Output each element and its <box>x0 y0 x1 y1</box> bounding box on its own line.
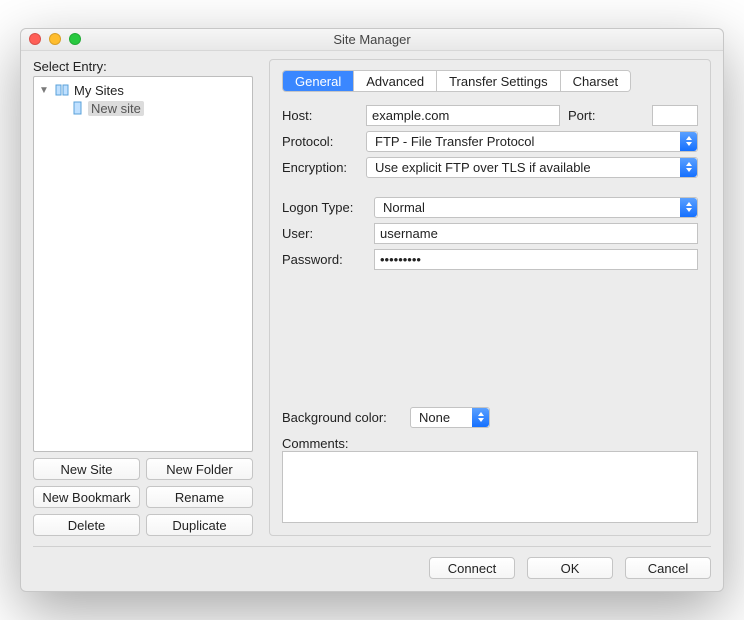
tab-general[interactable]: General <box>283 71 354 91</box>
settings-group: General Advanced Transfer Settings Chars… <box>269 59 711 536</box>
tree-root-label: My Sites <box>74 83 124 98</box>
server-icon <box>72 101 84 115</box>
background-color-label: Background color: <box>282 410 402 425</box>
user-label: User: <box>282 226 366 241</box>
protocol-select[interactable]: FTP - File Transfer Protocol <box>366 131 698 152</box>
disclosure-triangle-icon[interactable]: ▼ <box>38 85 50 96</box>
window-title: Site Manager <box>333 32 410 47</box>
chevron-updown-icon <box>472 408 489 427</box>
titlebar: Site Manager <box>21 29 723 51</box>
tab-charset[interactable]: Charset <box>561 71 631 91</box>
background-color-value: None <box>419 410 450 425</box>
duplicate-button[interactable]: Duplicate <box>146 514 253 536</box>
password-input[interactable] <box>374 249 698 270</box>
spacer <box>282 180 698 194</box>
encryption-label: Encryption: <box>282 160 358 175</box>
split-pane: Select Entry: ▼ My Sites New site <box>33 59 711 536</box>
chevron-updown-icon <box>680 158 697 177</box>
tree-item-row[interactable]: New site <box>34 99 252 117</box>
encryption-row: Encryption: Use explicit FTP over TLS if… <box>282 154 698 180</box>
logon-type-label: Logon Type: <box>282 200 366 215</box>
comments-label: Comments: <box>282 436 698 451</box>
new-bookmark-button[interactable]: New Bookmark <box>33 486 140 508</box>
background-color-select[interactable]: None <box>410 407 490 428</box>
tab-transfer-settings[interactable]: Transfer Settings <box>437 71 561 91</box>
server-group-icon <box>54 83 70 97</box>
port-label: Port: <box>568 108 644 123</box>
tab-advanced[interactable]: Advanced <box>354 71 437 91</box>
site-manager-window: Site Manager Select Entry: ▼ My Sites <box>20 28 724 592</box>
user-input[interactable] <box>374 223 698 244</box>
port-input[interactable] <box>652 105 698 126</box>
encryption-select[interactable]: Use explicit FTP over TLS if available <box>366 157 698 178</box>
chevron-updown-icon <box>680 198 697 217</box>
password-row: Password: <box>282 246 698 272</box>
delete-button[interactable]: Delete <box>33 514 140 536</box>
minimize-icon[interactable] <box>49 33 61 45</box>
logon-type-value: Normal <box>383 200 425 215</box>
connect-button[interactable]: Connect <box>429 557 515 579</box>
right-panel: General Advanced Transfer Settings Chars… <box>269 59 711 536</box>
window-body: Select Entry: ▼ My Sites New site <box>21 51 723 591</box>
bgcolor-row: Background color: None <box>282 404 698 430</box>
host-label: Host: <box>282 108 358 123</box>
dialog-footer: Connect OK Cancel <box>33 546 711 579</box>
host-input[interactable] <box>366 105 560 126</box>
ok-button[interactable]: OK <box>527 557 613 579</box>
chevron-updown-icon <box>680 132 697 151</box>
tree-root-row[interactable]: ▼ My Sites <box>34 81 252 99</box>
protocol-row: Protocol: FTP - File Transfer Protocol <box>282 128 698 154</box>
close-icon[interactable] <box>29 33 41 45</box>
window-controls <box>29 33 81 45</box>
left-panel: Select Entry: ▼ My Sites New site <box>33 59 253 536</box>
tab-bar: General Advanced Transfer Settings Chars… <box>282 70 631 92</box>
user-row: User: <box>282 220 698 246</box>
new-folder-button[interactable]: New Folder <box>146 458 253 480</box>
host-row: Host: Port: <box>282 102 698 128</box>
protocol-value: FTP - File Transfer Protocol <box>375 134 534 149</box>
select-entry-label: Select Entry: <box>33 59 253 74</box>
new-site-button[interactable]: New Site <box>33 458 140 480</box>
zoom-icon[interactable] <box>69 33 81 45</box>
logon-row: Logon Type: Normal <box>282 194 698 220</box>
password-label: Password: <box>282 252 366 267</box>
logon-type-select[interactable]: Normal <box>374 197 698 218</box>
cancel-button[interactable]: Cancel <box>625 557 711 579</box>
tree-item-label[interactable]: New site <box>88 101 144 116</box>
comments-textarea[interactable] <box>282 451 698 523</box>
protocol-label: Protocol: <box>282 134 358 149</box>
rename-button[interactable]: Rename <box>146 486 253 508</box>
entries-tree[interactable]: ▼ My Sites New site <box>33 76 253 452</box>
encryption-value: Use explicit FTP over TLS if available <box>375 160 591 175</box>
entry-buttons: New Site New Folder New Bookmark Rename … <box>33 458 253 536</box>
